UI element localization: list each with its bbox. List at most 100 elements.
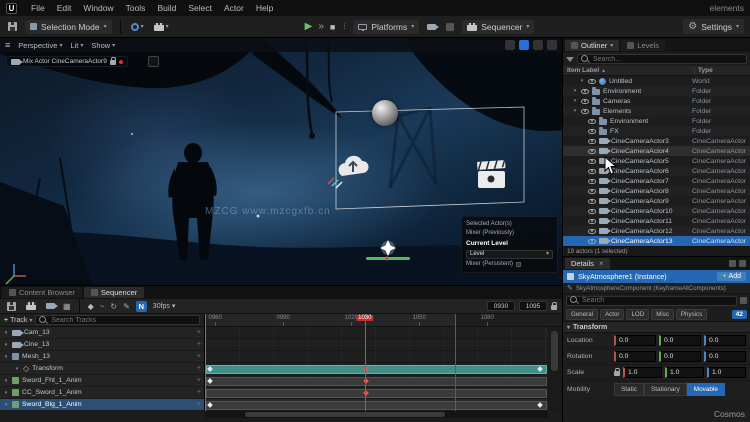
details-menu-icon[interactable] <box>729 260 736 267</box>
track-search-input[interactable] <box>51 316 196 324</box>
x-value-field[interactable]: 0.0 <box>614 335 656 346</box>
tab-details[interactable]: Details × <box>565 258 610 269</box>
z-value-field[interactable]: 1.0 <box>707 367 746 378</box>
timeline-lane[interactable] <box>205 363 548 375</box>
visibility-eye-icon[interactable] <box>588 78 596 84</box>
menu-file[interactable]: File <box>25 3 51 13</box>
menu-help[interactable]: Help <box>250 3 279 13</box>
level-lock-icon[interactable] <box>516 261 522 267</box>
outliner-row[interactable]: Environment Folder <box>563 116 750 126</box>
blueprint-button[interactable]: ▾ <box>129 20 146 34</box>
outliner-row[interactable]: ▾ Elements Folder <box>563 106 750 116</box>
mode-selector[interactable]: Selection Mode ▾ <box>25 19 112 34</box>
seq-clapper-button[interactable] <box>24 299 38 313</box>
track-row[interactable]: ▾ Sword_Fht_1_Anim + <box>0 375 204 387</box>
visibility-eye-icon[interactable] <box>588 148 596 154</box>
vertical-scrollbar[interactable] <box>548 327 562 411</box>
outliner-row[interactable]: CineCameraActor3 CineCameraActor <box>563 136 750 146</box>
y-value-field[interactable]: 1.0 <box>665 367 704 378</box>
tab-content-browser[interactable]: Content Browser <box>2 287 82 298</box>
filter-chip-misc[interactable]: Misc <box>651 308 674 320</box>
outliner-row[interactable]: CineCameraActor13 CineCameraActor <box>563 236 750 246</box>
mobility-stationary[interactable]: Stationary <box>643 383 687 396</box>
range-end-field[interactable]: 1095 <box>519 301 547 311</box>
visibility-eye-icon[interactable] <box>588 198 596 204</box>
outliner-row[interactable]: CineCameraActor10 CineCameraActor <box>563 206 750 216</box>
menu-select[interactable]: Select <box>182 3 218 13</box>
visibility-eye-icon[interactable] <box>588 138 596 144</box>
expander-icon[interactable]: ▾ <box>572 108 578 114</box>
outliner-row[interactable]: CineCameraActor6 CineCameraActor <box>563 166 750 176</box>
expander-icon[interactable]: ▾ <box>3 390 9 396</box>
filter-chip-general[interactable]: General <box>566 308 599 320</box>
filter-chip-actor[interactable]: Actor <box>600 308 625 320</box>
timeline-lane[interactable] <box>205 351 548 363</box>
timeline-lane[interactable] <box>205 387 548 399</box>
unreal-logo-icon[interactable]: U <box>6 2 17 14</box>
timeline-ruler[interactable]: 0960 0990 1020 1050 1080 <box>205 314 548 327</box>
camera-tool-button[interactable] <box>425 20 440 34</box>
seq-grid-button[interactable]: ▦ <box>63 302 71 311</box>
expander-icon[interactable]: ▾ <box>3 354 9 360</box>
track-search[interactable] <box>35 315 200 325</box>
cinematics-button[interactable]: ▾ <box>152 20 171 34</box>
menu-tools[interactable]: Tools <box>120 3 152 13</box>
visibility-eye-icon[interactable] <box>588 188 596 194</box>
viewport-menu-icon[interactable]: ≡ <box>5 40 10 50</box>
sphere-gizmo[interactable] <box>372 100 398 126</box>
level-dropdown[interactable]: Level ▾ <box>466 249 553 259</box>
details-filter-icon[interactable] <box>740 297 747 304</box>
settings-button[interactable]: ⚙ Settings ▾ <box>683 19 744 34</box>
outliner-search-input[interactable] <box>593 55 743 63</box>
visibility-eye-icon[interactable] <box>588 168 596 174</box>
curve-editor-icon[interactable]: ~ <box>100 302 105 311</box>
add-section-icon[interactable]: + <box>197 401 201 408</box>
add-section-icon[interactable]: + <box>197 365 201 372</box>
track-row[interactable]: ▾ Cam_13 + <box>0 327 204 339</box>
transform-section-header[interactable]: ▾ Transform <box>563 321 750 333</box>
viewport-menu-perspective[interactable]: Perspective ▾ <box>18 41 62 50</box>
expander-icon[interactable]: ▾ <box>3 402 9 408</box>
playback-end-marker[interactable] <box>454 314 456 411</box>
visibility-eye-icon[interactable] <box>588 118 596 124</box>
timeline-lane[interactable] <box>205 339 548 351</box>
outliner-row[interactable]: CineCameraActor8 CineCameraActor <box>563 186 750 196</box>
add-section-icon[interactable]: + <box>197 341 201 348</box>
component-row[interactable]: ✎ SkyAtmosphereComponent (KeyframeAllCom… <box>563 283 750 294</box>
expander-icon[interactable]: ▾ <box>14 366 20 372</box>
details-options-icon[interactable] <box>739 260 746 267</box>
visibility-eye-icon[interactable] <box>581 98 589 104</box>
visibility-eye-icon[interactable] <box>581 108 589 114</box>
playhead-frame-label[interactable]: 1030 <box>356 315 374 321</box>
outliner-row[interactable]: CineCameraActor4 CineCameraActor <box>563 146 750 156</box>
viewport-settings-icon[interactable] <box>533 40 543 50</box>
add-section-icon[interactable]: + <box>197 377 201 384</box>
pilot-exit-button[interactable] <box>148 56 159 67</box>
visibility-eye-icon[interactable] <box>588 208 596 214</box>
menu-edit[interactable]: Edit <box>51 3 78 13</box>
scrollbar-thumb[interactable] <box>551 331 558 371</box>
stop-button[interactable]: ■ <box>330 22 335 32</box>
refresh-icon[interactable]: ↻ <box>110 302 117 311</box>
sequencer-toolbar-button[interactable]: Sequencer ▾ <box>462 19 535 34</box>
menu-build[interactable]: Build <box>151 3 182 13</box>
playhead[interactable] <box>364 314 366 411</box>
play-button[interactable]: ▶ <box>305 21 313 32</box>
scale-lock-icon[interactable] <box>614 368 620 376</box>
add-section-icon[interactable]: + <box>197 389 201 396</box>
z-value-field[interactable]: 0.0 <box>704 351 746 362</box>
edit-icon[interactable]: ✎ <box>123 302 130 311</box>
viewport-maximize-icon[interactable] <box>547 40 557 50</box>
menu-window[interactable]: Window <box>77 3 119 13</box>
visibility-eye-icon[interactable] <box>588 238 596 244</box>
skip-button[interactable]: » <box>318 21 324 32</box>
outliner-row[interactable]: CineCameraActor12 CineCameraActor <box>563 226 750 236</box>
expander-icon[interactable]: ▾ <box>572 98 578 104</box>
viewport-screenshot-icon[interactable] <box>505 40 515 50</box>
visibility-eye-icon[interactable] <box>588 218 596 224</box>
z-value-field[interactable]: 0.0 <box>704 335 746 346</box>
viewport-camera-icon[interactable] <box>519 40 529 50</box>
outliner-column-header[interactable]: Item Label ▲ Type <box>563 66 750 76</box>
add-track-button[interactable]: + Track ▾ <box>4 317 32 324</box>
section-bar[interactable] <box>206 400 547 410</box>
